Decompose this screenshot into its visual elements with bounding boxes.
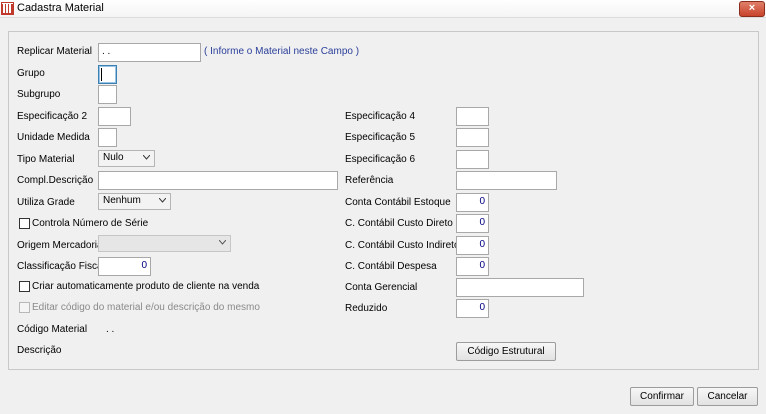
compl-descricao-label: Compl.Descrição (17, 175, 94, 186)
utiliza-grade-value: Nenhum (103, 195, 141, 206)
reduzido-label: Reduzido (345, 303, 388, 314)
criar-produto-checkbox[interactable] (19, 281, 30, 292)
conta-estoque-label: Conta Contábil Estoque (345, 197, 451, 208)
app-icon (1, 2, 14, 15)
grupo-label: Grupo (17, 68, 45, 79)
tipo-material-select[interactable]: Nulo (98, 150, 155, 167)
title-bar: Cadastra Material × (0, 0, 766, 18)
codigo-estrutural-button[interactable]: Código Estrutural (456, 342, 556, 361)
replicar-input[interactable]: . . (98, 43, 201, 62)
especificacao2-label: Especificação 2 (17, 111, 88, 122)
text-cursor (101, 68, 102, 81)
conta-gerencial-label: Conta Gerencial (345, 282, 418, 293)
chevron-down-icon (159, 198, 166, 205)
confirmar-button[interactable]: Confirmar (630, 387, 694, 406)
close-icon: × (748, 2, 756, 14)
codigo-material-label: Código Material (17, 324, 88, 335)
custo-direto-label: C. Contábil Custo Direto (345, 218, 453, 229)
close-button[interactable]: × (739, 1, 765, 17)
chevron-down-icon (219, 240, 226, 247)
editar-codigo-label: Editar código do material e/ou descrição… (32, 302, 260, 313)
classificacao-fiscal-label: Classificação Fiscal (17, 261, 105, 272)
origem-mercadoria-label: Origem Mercadoria (17, 240, 103, 251)
custo-indireto-input[interactable]: 0 (456, 236, 489, 255)
referencia-input[interactable] (456, 171, 557, 190)
especificacao6-input[interactable] (456, 150, 489, 169)
unidade-medida-input[interactable] (98, 128, 117, 147)
replicar-label: Replicar Material (17, 46, 93, 57)
classificacao-fiscal-input[interactable]: 0 (98, 257, 151, 276)
despesa-input[interactable]: 0 (456, 257, 489, 276)
form-panel: Replicar Material . . ( Informe o Materi… (8, 31, 759, 370)
subgrupo-input[interactable] (98, 85, 117, 104)
referencia-label: Referência (345, 175, 394, 186)
utiliza-grade-label: Utiliza Grade (17, 197, 75, 208)
tipo-material-value: Nulo (103, 152, 124, 163)
especificacao6-label: Especificação 6 (345, 154, 416, 165)
chevron-down-icon (143, 155, 150, 162)
subgrupo-label: Subgrupo (17, 89, 61, 100)
conta-estoque-input[interactable]: 0 (456, 193, 489, 212)
conta-gerencial-input[interactable] (456, 278, 584, 297)
window-title: Cadastra Material (17, 2, 104, 14)
controla-serie-label: Controla Número de Série (32, 218, 149, 229)
especificacao2-input[interactable] (98, 107, 131, 126)
utiliza-grade-select[interactable]: Nenhum (98, 193, 171, 210)
especificacao4-label: Especificação 4 (345, 111, 416, 122)
reduzido-input[interactable]: 0 (456, 299, 489, 318)
especificacao5-input[interactable] (456, 128, 489, 147)
custo-direto-input[interactable]: 0 (456, 214, 489, 233)
editar-codigo-checkbox[interactable] (19, 302, 30, 313)
controla-serie-checkbox[interactable] (19, 218, 30, 229)
criar-produto-label: Criar automaticamente produto de cliente… (32, 281, 260, 292)
custo-indireto-label: C. Contábil Custo Indireto (345, 240, 460, 251)
especificacao5-label: Especificação 5 (345, 132, 416, 143)
cancelar-button[interactable]: Cancelar (697, 387, 758, 406)
especificacao4-input[interactable] (456, 107, 489, 126)
origem-mercadoria-select[interactable] (98, 235, 231, 252)
descricao-label: Descrição (17, 345, 62, 356)
compl-descricao-input[interactable] (98, 171, 338, 190)
codigo-material-value: . . (106, 324, 115, 335)
despesa-label: C. Contábil Despesa (345, 261, 437, 272)
grupo-input[interactable] (98, 65, 117, 84)
replicar-hint: ( Informe o Material neste Campo ) (204, 46, 360, 57)
unidade-medida-label: Unidade Medida (17, 132, 90, 143)
tipo-material-label: Tipo Material (17, 154, 75, 165)
